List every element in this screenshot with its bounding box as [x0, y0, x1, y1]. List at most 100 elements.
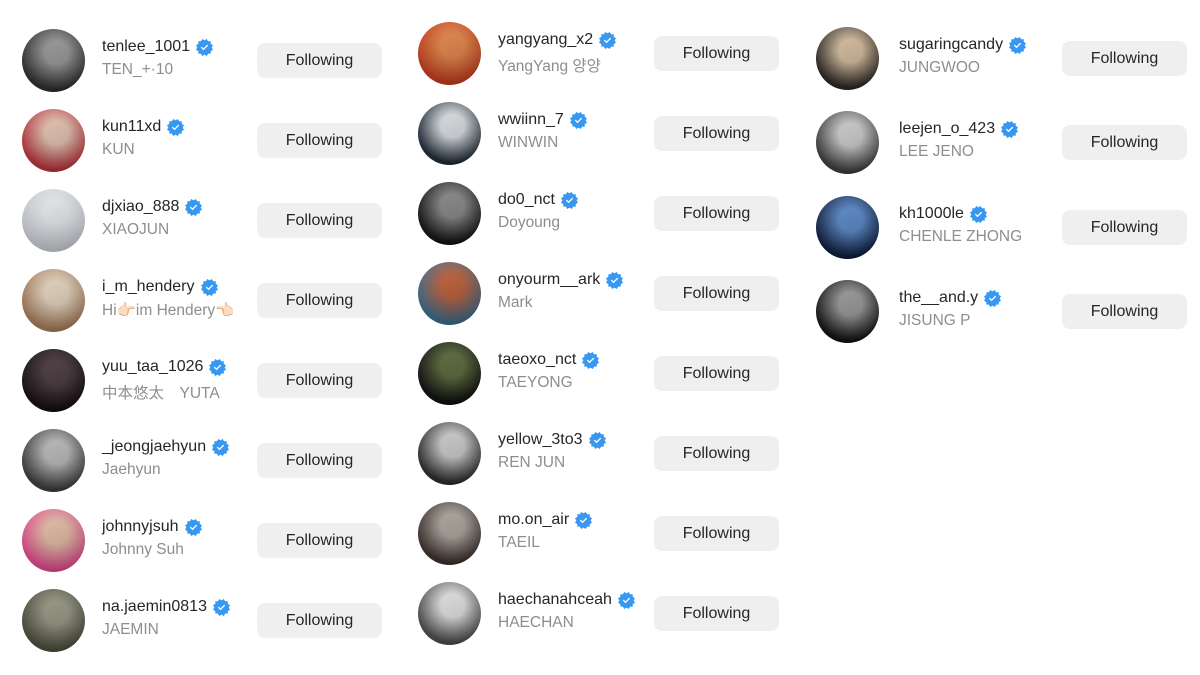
following-button[interactable]: Following: [257, 603, 382, 638]
following-button[interactable]: Following: [1062, 41, 1187, 76]
account-row: kun11xd KUN Following: [22, 109, 385, 173]
account-row: yellow_3to3 REN JUN Following: [418, 422, 782, 486]
following-button[interactable]: Following: [654, 596, 779, 631]
username[interactable]: taeoxo_nct: [498, 351, 576, 369]
username-line[interactable]: na.jaemin0813: [102, 598, 230, 616]
username-line[interactable]: mo.on_air: [498, 511, 593, 529]
avatar-photo[interactable]: [418, 262, 481, 325]
following-button[interactable]: Following: [257, 43, 382, 78]
account-row: yuu_taa_1026 中本悠太 YUTA Following: [22, 349, 385, 413]
username-line[interactable]: leejen_o_423: [899, 120, 1019, 138]
avatar-shade: [418, 22, 481, 85]
username[interactable]: yellow_3to3: [498, 431, 583, 449]
following-button[interactable]: Following: [257, 523, 382, 558]
avatar-photo[interactable]: [22, 509, 85, 572]
account-row: _jeongjaehyun Jaehyun Following: [22, 429, 385, 493]
avatar-photo[interactable]: [418, 582, 481, 645]
username[interactable]: do0_nct: [498, 191, 555, 209]
username[interactable]: the__and.y: [899, 289, 978, 307]
username[interactable]: yangyang_x2: [498, 31, 593, 49]
account-row: haechanahceah HAECHAN Following: [418, 582, 782, 646]
avatar-photo[interactable]: [418, 502, 481, 565]
following-button[interactable]: Following: [654, 196, 779, 231]
avatar-photo[interactable]: [22, 349, 85, 412]
avatar-photo[interactable]: [22, 29, 85, 92]
following-button[interactable]: Following: [654, 116, 779, 151]
verified-badge-icon: [560, 191, 578, 209]
username-line[interactable]: johnnyjsuh: [102, 518, 202, 536]
username-line[interactable]: tenlee_1001: [102, 38, 214, 56]
verified-badge-icon: [184, 518, 202, 536]
following-button[interactable]: Following: [1062, 294, 1187, 329]
username-line[interactable]: sugaringcandy: [899, 36, 1027, 54]
avatar-shade: [816, 280, 879, 343]
full-name: TAEYONG: [498, 374, 573, 391]
following-button[interactable]: Following: [654, 516, 779, 551]
following-button[interactable]: Following: [654, 276, 779, 311]
username-line[interactable]: yuu_taa_1026: [102, 358, 227, 376]
account-row: wwiinn_7 WINWIN Following: [418, 102, 782, 166]
avatar-photo[interactable]: [418, 102, 481, 165]
username-line[interactable]: wwiinn_7: [498, 111, 587, 129]
username-line[interactable]: the__and.y: [899, 289, 1002, 307]
username[interactable]: onyourm__ark: [498, 271, 600, 289]
full-name: JAEMIN: [102, 621, 159, 638]
username-line[interactable]: yellow_3to3: [498, 431, 606, 449]
following-button[interactable]: Following: [654, 356, 779, 391]
avatar-photo[interactable]: [22, 429, 85, 492]
account-row: mo.on_air TAEIL Following: [418, 502, 782, 566]
username[interactable]: i_m_hendery: [102, 278, 195, 296]
username[interactable]: tenlee_1001: [102, 38, 190, 56]
verified-badge-icon: [212, 438, 230, 456]
username-line[interactable]: do0_nct: [498, 191, 578, 209]
username[interactable]: haechanahceah: [498, 591, 612, 609]
username[interactable]: na.jaemin0813: [102, 598, 207, 616]
following-button[interactable]: Following: [257, 203, 382, 238]
following-button[interactable]: Following: [257, 443, 382, 478]
username-line[interactable]: kh1000le: [899, 205, 987, 223]
avatar-photo[interactable]: [22, 589, 85, 652]
avatar-photo[interactable]: [22, 269, 85, 332]
username-line[interactable]: yangyang_x2: [498, 31, 617, 49]
username-line[interactable]: i_m_hendery: [102, 278, 218, 296]
following-button[interactable]: Following: [1062, 125, 1187, 160]
username-line[interactable]: djxiao_888: [102, 198, 203, 216]
username-line[interactable]: onyourm__ark: [498, 271, 624, 289]
avatar-photo[interactable]: [418, 422, 481, 485]
avatar-photo[interactable]: [22, 109, 85, 172]
avatar-shade: [22, 189, 85, 252]
username[interactable]: johnnyjsuh: [102, 518, 179, 536]
username-line[interactable]: taeoxo_nct: [498, 351, 600, 369]
username-line[interactable]: kun11xd: [102, 118, 185, 136]
following-button[interactable]: Following: [654, 36, 779, 71]
username[interactable]: mo.on_air: [498, 511, 569, 529]
avatar-shade: [418, 102, 481, 165]
following-button[interactable]: Following: [654, 436, 779, 471]
username[interactable]: wwiinn_7: [498, 111, 564, 129]
avatar-shade: [816, 27, 879, 90]
avatar-photo[interactable]: [816, 111, 879, 174]
avatar-photo[interactable]: [816, 27, 879, 90]
avatar-photo[interactable]: [418, 342, 481, 405]
verified-badge-icon: [606, 271, 624, 289]
avatar-photo[interactable]: [22, 189, 85, 252]
following-button[interactable]: Following: [1062, 210, 1187, 245]
username[interactable]: leejen_o_423: [899, 120, 995, 138]
verified-badge-icon: [167, 118, 185, 136]
avatar-photo[interactable]: [816, 280, 879, 343]
username-line[interactable]: haechanahceah: [498, 591, 635, 609]
username[interactable]: sugaringcandy: [899, 36, 1003, 54]
username[interactable]: yuu_taa_1026: [102, 358, 203, 376]
avatar-shade: [22, 589, 85, 652]
username-line[interactable]: _jeongjaehyun: [102, 438, 230, 456]
following-button[interactable]: Following: [257, 123, 382, 158]
avatar-photo[interactable]: [816, 196, 879, 259]
avatar-photo[interactable]: [418, 182, 481, 245]
username[interactable]: kh1000le: [899, 205, 964, 223]
avatar-photo[interactable]: [418, 22, 481, 85]
username[interactable]: kun11xd: [102, 118, 161, 136]
following-button[interactable]: Following: [257, 283, 382, 318]
username[interactable]: _jeongjaehyun: [102, 438, 206, 456]
username[interactable]: djxiao_888: [102, 198, 179, 216]
following-button[interactable]: Following: [257, 363, 382, 398]
